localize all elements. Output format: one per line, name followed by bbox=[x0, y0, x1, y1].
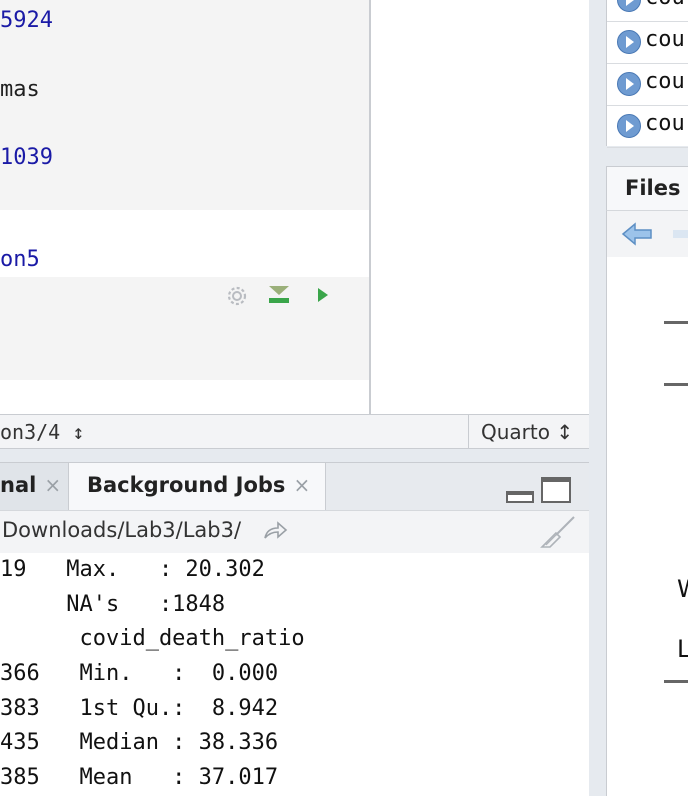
code-chunk bbox=[0, 0, 369, 210]
code-line: 1039 bbox=[0, 145, 53, 170]
run-chunk-icon[interactable] bbox=[316, 286, 330, 304]
expand-play-icon[interactable] bbox=[617, 30, 641, 54]
list-item[interactable]: cou bbox=[607, 21, 688, 64]
editor-margin bbox=[371, 0, 589, 414]
run-previous-chunks-icon[interactable] bbox=[267, 284, 291, 306]
list-item[interactable]: cou bbox=[607, 105, 688, 148]
tab-files-label: Files bbox=[625, 176, 681, 200]
expand-play-icon[interactable] bbox=[617, 114, 641, 138]
tab-terminal-label: nal bbox=[0, 473, 37, 497]
tab-background-jobs-label: Background Jobs bbox=[87, 473, 286, 497]
console-tab-bar: nal × Background Jobs × bbox=[0, 462, 589, 511]
console-line: covid_death_ratio bbox=[0, 626, 305, 651]
close-icon[interactable]: × bbox=[293, 473, 310, 497]
minimize-pane-icon[interactable] bbox=[506, 484, 534, 504]
tab-background-jobs[interactable]: Background Jobs × bbox=[69, 463, 326, 511]
working-directory-path[interactable]: Downloads/Lab3/Lab3/ bbox=[2, 518, 241, 542]
maximize-pane-icon[interactable] bbox=[541, 476, 571, 504]
list-item[interactable]: cou bbox=[607, 63, 688, 106]
files-toolbar bbox=[606, 210, 688, 258]
document-type-select[interactable]: Quarto ↕ bbox=[468, 415, 589, 448]
console-line: 19 Max. : 20.302 bbox=[0, 557, 265, 582]
console-output[interactable]: 19 Max. : 20.302 NA's :1848 covid_death_… bbox=[0, 553, 589, 796]
console-line: 366 Min. : 0.000 bbox=[0, 661, 279, 686]
tab-terminal[interactable]: nal × bbox=[0, 463, 69, 511]
console-path-bar: Downloads/Lab3/Lab3/ bbox=[0, 510, 589, 554]
files-tab-bar: Files bbox=[606, 166, 688, 211]
env-item-label: cou bbox=[645, 27, 685, 52]
editor-status-bar: on3/4 ↕ Quarto ↕ bbox=[0, 414, 589, 449]
file-item-text: W bbox=[677, 575, 688, 603]
go-to-directory-arrow-icon[interactable] bbox=[262, 520, 288, 542]
files-list: W L bbox=[606, 257, 688, 796]
divider bbox=[664, 321, 688, 324]
list-item[interactable]: cou bbox=[607, 0, 688, 22]
console-line: 385 Mean : 37.017 bbox=[0, 765, 279, 790]
pane-splitter[interactable] bbox=[589, 0, 606, 796]
divider bbox=[664, 680, 688, 683]
console-line: 383 1st Qu.: 8.942 bbox=[0, 696, 279, 721]
document-type-label: Quarto ↕ bbox=[481, 420, 574, 444]
console-line: NA's :1848 bbox=[0, 592, 226, 617]
chunk-navigator[interactable]: on3/4 ↕ bbox=[0, 420, 84, 444]
env-item-label: cou bbox=[645, 111, 685, 136]
file-item-text: L bbox=[677, 635, 688, 663]
code-line: mas bbox=[0, 77, 40, 102]
environment-list: cou cou cou cou bbox=[606, 0, 688, 148]
expand-play-icon[interactable] bbox=[617, 72, 641, 96]
clear-console-broom-icon[interactable] bbox=[538, 515, 578, 549]
close-icon[interactable]: × bbox=[44, 473, 61, 497]
code-chunk bbox=[0, 277, 369, 380]
back-arrow-icon[interactable] bbox=[621, 221, 653, 247]
expand-play-icon[interactable] bbox=[617, 0, 641, 12]
chunk-settings-gear-icon[interactable] bbox=[224, 283, 250, 309]
console-line: 435 Median : 38.336 bbox=[0, 730, 279, 755]
editor-pane[interactable]: 5924 mas 1039 on5 bbox=[0, 0, 369, 414]
code-line: on5 bbox=[0, 247, 40, 272]
env-item-label: cou bbox=[645, 0, 685, 10]
forward-arrow-icon[interactable] bbox=[671, 221, 688, 247]
divider bbox=[664, 383, 688, 386]
tab-files[interactable]: Files bbox=[607, 167, 688, 211]
env-item-label: cou bbox=[645, 69, 685, 94]
code-line: 5924 bbox=[0, 8, 53, 33]
